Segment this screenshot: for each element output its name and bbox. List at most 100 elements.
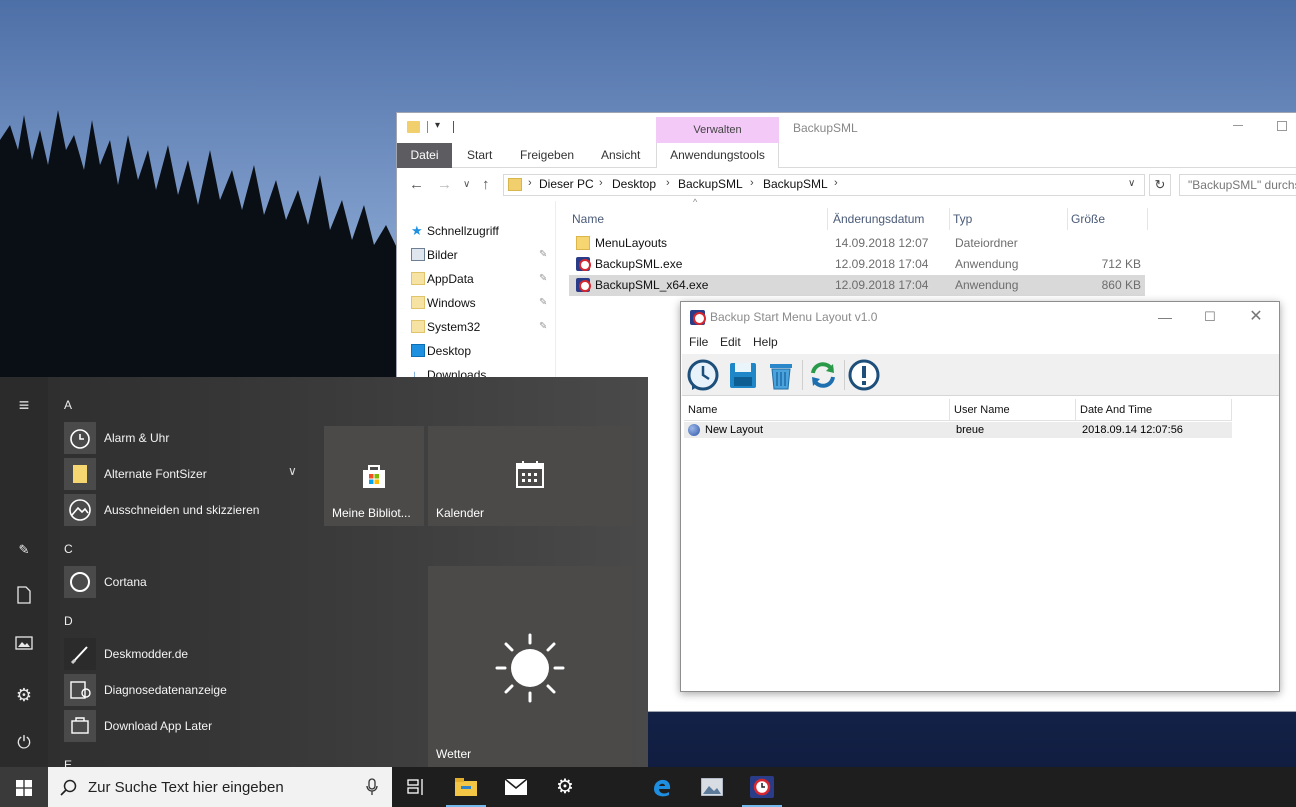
breadcrumb-item[interactable]: BackupSML	[678, 177, 743, 191]
taskbar-search-box[interactable]: Zur Suche Text hier eingeben	[48, 767, 392, 807]
folder-icon	[64, 458, 96, 490]
settings-gear-icon[interactable]: ⚙	[12, 683, 36, 707]
layout-row[interactable]: New Layout breue 2018.09.14 12:07:56	[684, 422, 1232, 438]
app-cortana[interactable]: Cortana	[64, 566, 308, 600]
up-arrow-icon[interactable]: ↑	[482, 176, 490, 193]
quick-access-folder-icon[interactable]	[407, 121, 420, 133]
nav-item-bilder[interactable]: Bilder ✎	[411, 245, 547, 265]
maximize-icon[interactable]: ☐	[1187, 302, 1233, 332]
app-alternate-fontsizer[interactable]: Alternate FontSizer ∨	[64, 458, 308, 492]
documents-icon[interactable]	[12, 586, 36, 610]
pin-icon[interactable]: ✎	[539, 269, 547, 289]
recent-dropdown-icon[interactable]: ∨	[463, 179, 470, 190]
nav-item-appdata[interactable]: AppData ✎	[411, 269, 547, 289]
chevron-down-icon[interactable]: ∨	[288, 464, 297, 478]
power-icon[interactable]: ⏻	[12, 731, 36, 755]
group-letter-d[interactable]: D	[64, 614, 73, 628]
minimize-icon[interactable]	[1233, 125, 1243, 126]
group-letter-a[interactable]: A	[64, 398, 72, 412]
backup-clock-icon[interactable]	[686, 358, 720, 392]
nav-item-desktop[interactable]: Desktop	[411, 341, 472, 361]
group-letter-c[interactable]: C	[64, 542, 73, 556]
column-header-name[interactable]: Name	[684, 399, 950, 421]
image-viewer-icon[interactable]	[688, 767, 736, 807]
column-header-type[interactable]: Typ	[950, 208, 1068, 230]
recycle-bin-icon[interactable]	[764, 358, 798, 392]
tile-kalender[interactable]: Kalender	[428, 426, 632, 526]
tab-datei[interactable]: Datei	[397, 143, 452, 168]
nav-item-schnellzugriff[interactable]: ★ Schnellzugriff	[411, 221, 499, 241]
nav-item-label: Schnellzugriff	[427, 224, 499, 238]
menu-file[interactable]: File	[689, 335, 708, 349]
breadcrumb-item[interactable]: BackupSML	[763, 177, 828, 191]
edge-browser-icon[interactable]	[638, 767, 686, 807]
qat-separator	[453, 121, 454, 133]
tile-wetter[interactable]: Wetter	[428, 566, 632, 767]
start-button[interactable]	[0, 767, 48, 807]
column-header-date[interactable]: Änderungsdatum	[830, 208, 950, 230]
file-date: 14.09.2018 12:07	[835, 236, 929, 250]
pictures-icon	[411, 248, 425, 261]
pin-icon[interactable]: ✎	[539, 317, 547, 337]
breadcrumb-item[interactable]: Dieser PC	[539, 177, 594, 191]
backupsml-app-icon[interactable]	[738, 767, 786, 807]
info-icon[interactable]	[847, 358, 881, 392]
folder-icon	[411, 272, 425, 285]
app-label: Download App Later	[104, 719, 213, 733]
column-header-user-name[interactable]: User Name	[950, 399, 1076, 421]
qat-dropdown-icon[interactable]: ▾	[435, 120, 440, 131]
refresh-icon[interactable]: ↻	[1149, 174, 1171, 196]
back-arrow-icon[interactable]: ←	[409, 176, 424, 193]
save-icon[interactable]	[726, 358, 760, 392]
app-alarm-uhr[interactable]: Alarm & Uhr	[64, 422, 308, 456]
nav-item-label: Desktop	[427, 344, 472, 358]
microphone-icon[interactable]	[366, 778, 378, 796]
file-row-backupsml[interactable]: BackupSML.exe 12.09.2018 17:04 Anwendung…	[569, 254, 1145, 275]
task-view-icon[interactable]	[392, 767, 440, 807]
search-input[interactable]: "BackupSML" durchs	[1179, 174, 1296, 196]
refresh-icon[interactable]	[806, 358, 840, 392]
nav-item-label: Bilder	[427, 248, 458, 262]
app-label: Diagnosedatenanzeige	[104, 683, 227, 697]
settings-gear-icon[interactable]: ⚙	[541, 767, 589, 807]
column-header-date-time[interactable]: Date And Time	[1076, 399, 1232, 421]
file-date: 12.09.2018 17:04	[835, 257, 929, 271]
column-header-name[interactable]: Name	[569, 208, 828, 230]
breadcrumb-chevron-icon[interactable]: ›	[666, 177, 670, 189]
file-row-backupsml-x64[interactable]: BackupSML_x64.exe 12.09.2018 17:04 Anwen…	[569, 275, 1145, 296]
breadcrumb-item[interactable]: Desktop	[612, 177, 656, 191]
breadcrumb-chevron-icon[interactable]: ›	[528, 177, 532, 189]
menu-help[interactable]: Help	[753, 335, 778, 349]
app-deskmodder[interactable]: Deskmodder.de	[64, 638, 308, 672]
address-bar[interactable]: › Dieser PC › Desktop › BackupSML › Back…	[503, 174, 1145, 196]
address-dropdown-icon[interactable]: ∨	[1128, 178, 1135, 189]
app-diagnosedatenanzeige[interactable]: Diagnosedatenanzeige	[64, 674, 308, 708]
breadcrumb-chevron-icon[interactable]: ›	[834, 177, 838, 189]
tab-anwendungstools[interactable]: Anwendungstools	[656, 143, 779, 168]
file-row-menulayouts[interactable]: MenuLayouts 14.09.2018 12:07 Dateiordner	[569, 233, 1145, 254]
tab-freigeben[interactable]: Freigeben	[508, 143, 586, 168]
nav-item-system32[interactable]: System32 ✎	[411, 317, 547, 337]
pictures-icon[interactable]	[12, 635, 36, 659]
close-icon[interactable]: ✕	[1233, 302, 1279, 332]
breadcrumb-chevron-icon[interactable]: ›	[599, 177, 603, 189]
column-header-size[interactable]: Größe	[1068, 208, 1148, 230]
menu-edit[interactable]: Edit	[720, 335, 741, 349]
app-ausschneiden-skizzieren[interactable]: Ausschneiden und skizzieren	[64, 494, 308, 528]
pin-icon[interactable]: ✎	[539, 293, 547, 313]
tab-ansicht[interactable]: Ansicht	[589, 143, 652, 168]
breadcrumb-chevron-icon[interactable]: ›	[750, 177, 754, 189]
file-explorer-icon[interactable]	[442, 767, 490, 807]
pin-icon[interactable]: ✎	[539, 245, 547, 265]
maximize-icon[interactable]	[1277, 121, 1287, 131]
deskmodder-brush-icon	[64, 638, 96, 670]
tab-start[interactable]: Start	[455, 143, 504, 168]
minimize-icon[interactable]: —	[1142, 302, 1188, 332]
forward-arrow-icon[interactable]: →	[437, 176, 452, 193]
pen-icon[interactable]: ✎	[12, 538, 36, 562]
tile-meine-bibliothek[interactable]: Meine Bibliot...	[324, 426, 424, 526]
hamburger-menu-icon[interactable]: ≡	[12, 393, 36, 417]
mail-icon[interactable]	[492, 767, 540, 807]
nav-item-windows[interactable]: Windows ✎	[411, 293, 547, 313]
app-download-app-later[interactable]: Download App Later	[64, 710, 308, 744]
